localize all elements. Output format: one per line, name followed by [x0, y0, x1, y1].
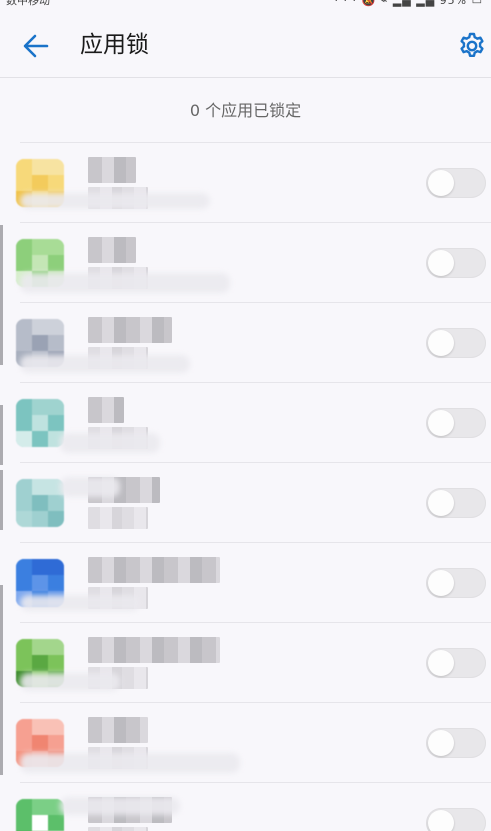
lock-toggle[interactable] [426, 168, 486, 198]
page-title: 应用锁 [80, 32, 149, 58]
toggle-knob [428, 170, 454, 196]
app-row[interactable]: ███未锁定 [0, 143, 491, 223]
app-name: ████ [88, 717, 148, 743]
app-name: ██ [88, 397, 124, 423]
locked-count-text: 0 个应用已锁定 [189, 101, 302, 120]
app-icon [16, 399, 64, 447]
redaction-smear [60, 797, 180, 815]
lock-toggle[interactable] [426, 248, 486, 278]
lock-toggle[interactable] [426, 648, 486, 678]
app-list: ███未锁定███未锁定██████未锁定██未锁定████未锁定███████… [0, 143, 491, 831]
edge-shadow [0, 225, 3, 365]
app-row[interactable]: ██████未锁定 [0, 783, 491, 831]
app-icon [16, 479, 64, 527]
redaction-smear [20, 273, 230, 293]
app-name: ███ [88, 157, 136, 183]
lock-toggle[interactable] [426, 728, 486, 758]
toggle-knob [428, 490, 454, 516]
app-row[interactable]: ████未锁定 [0, 463, 491, 543]
redaction-smear [20, 193, 210, 209]
app-row[interactable]: ███未锁定 [0, 223, 491, 303]
toggle-knob [428, 810, 454, 831]
app-row[interactable]: ██未锁定 [0, 383, 491, 463]
lock-toggle[interactable] [426, 808, 486, 831]
arrow-left-icon [23, 34, 49, 58]
app-name: ███ [88, 237, 136, 263]
redaction-smear [60, 433, 160, 453]
toggle-knob [428, 730, 454, 756]
toggle-knob [428, 250, 454, 276]
app-row[interactable]: ████未锁定 [0, 703, 491, 783]
edge-shadow [0, 585, 3, 775]
lock-toggle[interactable] [426, 568, 486, 598]
edge-shadow [0, 470, 3, 530]
app-icon [16, 799, 64, 831]
app-row[interactable]: ██████未锁定 [0, 303, 491, 383]
toggle-knob [428, 330, 454, 356]
settings-button[interactable] [455, 29, 489, 63]
app-lock-status: 未锁定 [88, 507, 148, 529]
status-indicators: · · · 🔕 ⌁ ▂▄ ▂▄ 95% ▭ [334, 0, 483, 7]
redaction-smear [20, 595, 140, 611]
redaction-smear [20, 355, 190, 373]
redaction-smear [20, 753, 240, 773]
toggle-knob [428, 570, 454, 596]
status-bar: 数中移动 · · · 🔕 ⌁ ▂▄ ▂▄ 95% ▭ [0, 0, 491, 10]
app-bar: 应用锁 [0, 10, 491, 78]
app-name: ██████ [88, 317, 172, 343]
app-name: ███████ [88, 637, 220, 663]
app-row[interactable]: ███████未锁定 [0, 543, 491, 623]
gear-icon [460, 32, 484, 57]
app-lock-status: 未锁定 [88, 827, 148, 831]
toggle-knob [428, 410, 454, 436]
edge-shadow [0, 405, 3, 465]
lock-toggle[interactable] [426, 408, 486, 438]
redaction-smear [60, 477, 120, 497]
app-row[interactable]: ███████未锁定 [0, 623, 491, 703]
toggle-knob [428, 650, 454, 676]
redaction-smear [20, 673, 120, 691]
lock-summary: 0 个应用已锁定 [0, 80, 491, 142]
carrier-label: 数中移动 [6, 0, 50, 7]
lock-toggle[interactable] [426, 328, 486, 358]
app-name: ███████ [88, 557, 220, 583]
lock-toggle[interactable] [426, 488, 486, 518]
back-button[interactable] [20, 30, 52, 62]
